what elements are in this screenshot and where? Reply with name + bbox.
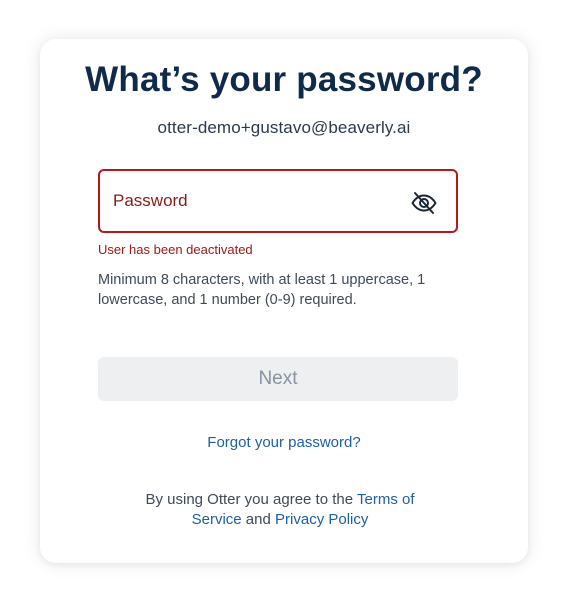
password-requirements: Minimum 8 characters, with at least 1 up… — [98, 272, 426, 308]
legal-notice: By using Otter you agree to the Terms of… — [130, 490, 430, 530]
password-field[interactable] — [98, 169, 458, 233]
account-email: otter-demo+gustavo@beaverly.ai — [157, 118, 411, 137]
legal-prefix: By using Otter you agree to the — [145, 491, 357, 508]
page-title: What’s your password? — [85, 60, 483, 99]
eye-slash-icon[interactable] — [410, 189, 438, 217]
error-message: User has been deactivated — [98, 242, 253, 257]
privacy-policy-link[interactable]: Privacy Policy — [275, 511, 368, 528]
next-button[interactable]: Next — [98, 357, 458, 401]
legal-and: and — [241, 511, 276, 528]
password-input[interactable] — [113, 186, 393, 216]
forgot-password-link[interactable]: Forgot your password? — [0, 434, 568, 451]
